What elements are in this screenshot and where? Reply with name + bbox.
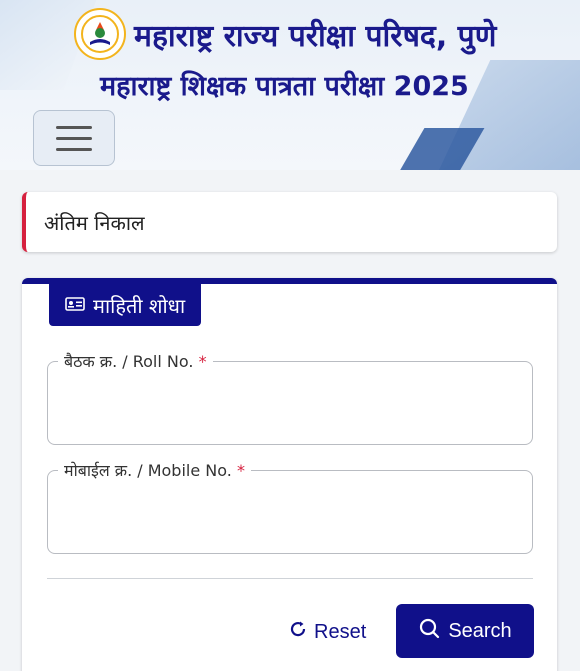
- final-result-label: अंतिम निकाल: [44, 210, 145, 235]
- site-header: महाराष्ट्र राज्य परीक्षा परिषद, पुणे महा…: [0, 0, 580, 170]
- mobile-number-label: मोबाईल क्र. / Mobile No. *: [58, 459, 251, 481]
- search-info-tab-label: माहिती शोधा: [93, 293, 186, 318]
- required-mark: *: [236, 461, 245, 480]
- reset-label: Reset: [314, 620, 367, 643]
- search-label: Search: [448, 619, 512, 642]
- mobile-number-field: मोबाईल क्र. / Mobile No. *: [47, 459, 533, 554]
- page-title: महाराष्ट्र राज्य परीक्षा परिषद, पुणे: [134, 19, 497, 54]
- search-button[interactable]: Search: [396, 604, 534, 658]
- hamburger-menu-icon: [56, 136, 92, 140]
- page-subtitle: महाराष्ट्र शिक्षक पात्रता परीक्षा 2025: [100, 71, 469, 102]
- hamburger-menu-button[interactable]: [33, 110, 115, 166]
- search-info-tab: माहिती शोधा: [49, 284, 202, 326]
- refresh-icon: [288, 619, 308, 645]
- roll-number-input[interactable]: [60, 386, 520, 426]
- id-card-icon: [65, 293, 85, 317]
- reset-button[interactable]: Reset: [280, 610, 374, 654]
- search-form-card: माहिती शोधा बैठक क्र. / Roll No. * मोबाई…: [22, 278, 557, 671]
- required-mark: *: [198, 352, 207, 371]
- hamburger-menu-icon: [56, 125, 92, 129]
- roll-number-field: बैठक क्र. / Roll No. *: [47, 350, 533, 445]
- final-result-heading: अंतिम निकाल: [22, 192, 557, 252]
- form-divider: [47, 578, 533, 579]
- mobile-number-input[interactable]: [60, 495, 520, 535]
- council-emblem-icon: [74, 8, 126, 60]
- roll-number-label: बैठक क्र. / Roll No. *: [58, 350, 213, 372]
- search-icon: [418, 617, 440, 645]
- hamburger-menu-icon: [56, 147, 92, 151]
